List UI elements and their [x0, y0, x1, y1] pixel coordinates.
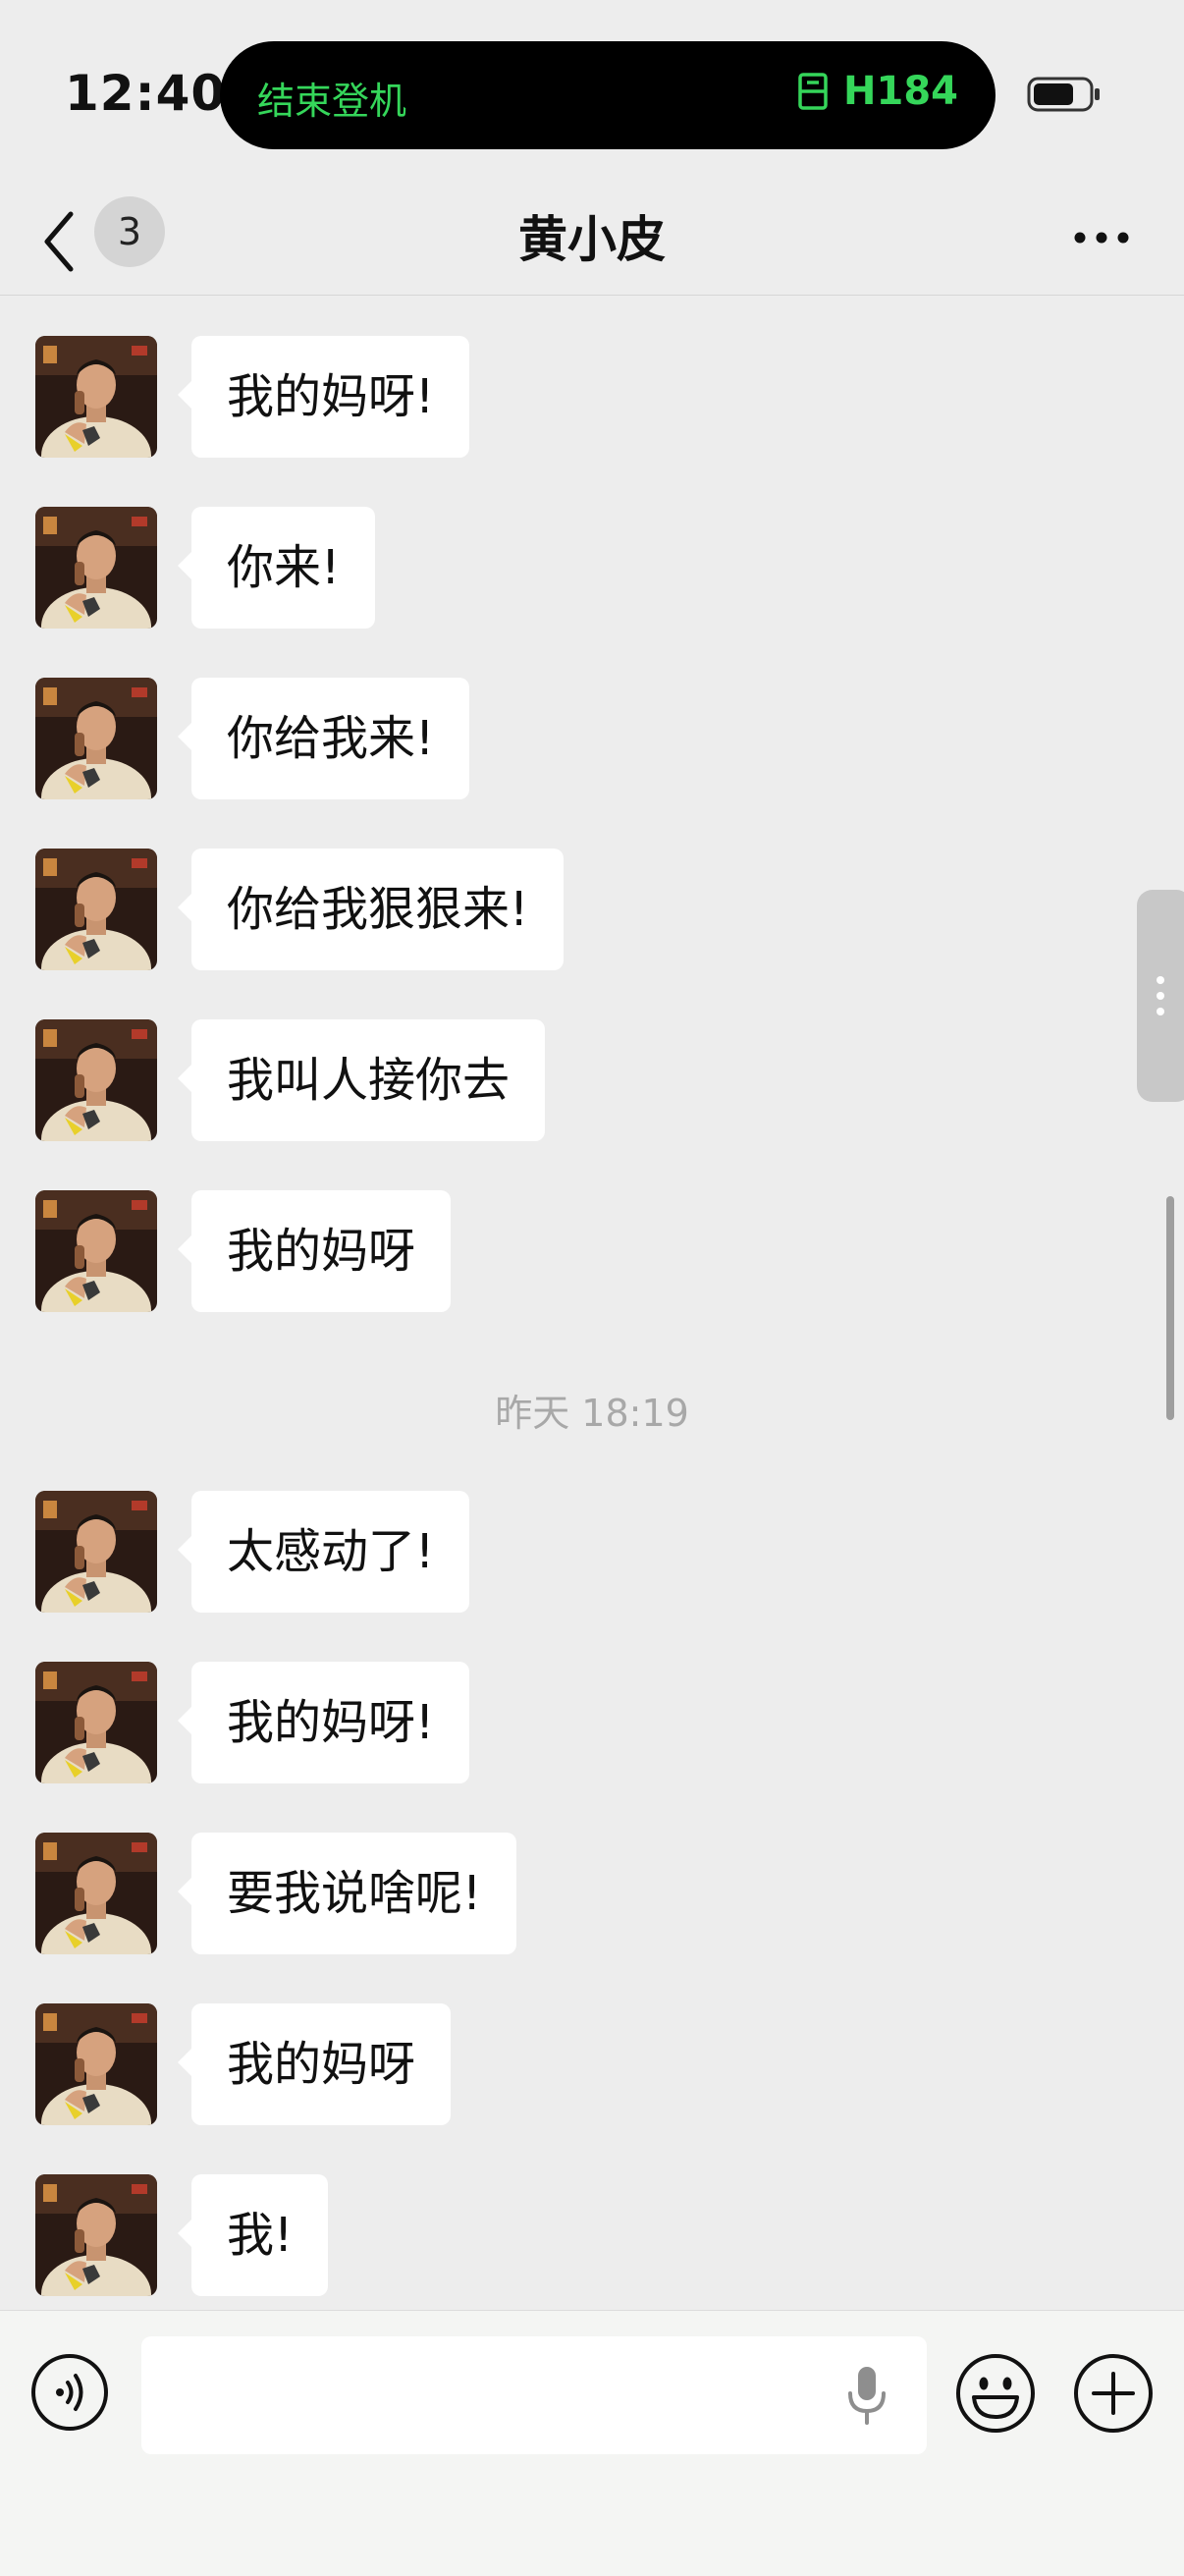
message-bubble[interactable]: 要我说啥呢! [177, 1833, 517, 1954]
dynamic-island[interactable]: 结束登机 H184 [220, 41, 996, 149]
more-options-icon[interactable] [1072, 228, 1131, 247]
status-time: 12:40 [65, 65, 227, 122]
input-toolbar [0, 2310, 1184, 2576]
message-row: 我叫人接你去 [0, 1019, 1184, 1141]
message-row: 你给我狠狠来! [0, 849, 1184, 970]
contact-avatar[interactable] [35, 1833, 157, 1954]
message-bubble[interactable]: 我! [177, 2174, 329, 2296]
emoji-icon[interactable] [954, 2352, 1037, 2435]
status-bar: 12:40 结束登机 H184 [0, 0, 1184, 187]
message-row: 你来! [0, 507, 1184, 629]
battery-icon [1027, 77, 1100, 112]
gate-info: H184 [796, 69, 958, 114]
contact-avatar[interactable] [35, 678, 157, 799]
contact-avatar[interactable] [35, 2174, 157, 2296]
message-row: 太感动了! [0, 1491, 1184, 1613]
message-row: 我! [0, 2174, 1184, 2296]
microphone-icon[interactable] [844, 2364, 889, 2427]
message-bubble[interactable]: 我的妈呀 [177, 1190, 452, 1312]
contact-avatar[interactable] [35, 1190, 157, 1312]
message-input[interactable] [141, 2336, 927, 2454]
contact-avatar[interactable] [35, 507, 157, 629]
contact-avatar[interactable] [35, 336, 157, 458]
message-bubble[interactable]: 你给我狠狠来! [177, 849, 565, 970]
message-bubble[interactable]: 我的妈呀! [177, 336, 470, 458]
message-row: 要我说啥呢! [0, 1833, 1184, 1954]
contact-avatar[interactable] [35, 1019, 157, 1141]
contact-avatar[interactable] [35, 849, 157, 970]
voice-input-icon[interactable] [29, 2352, 110, 2433]
message-bubble[interactable]: 你给我来! [177, 678, 470, 799]
chat-message-list[interactable]: 我的妈呀! 你来! 你给我来! 你给我狠狠来! 我叫人接你去 我的妈呀 昨天 1… [0, 295, 1184, 2310]
boarding-status: 结束登机 [257, 80, 407, 123]
message-bubble[interactable]: 太感动了! [177, 1491, 470, 1613]
scrollbar-thumb[interactable] [1166, 1196, 1174, 1420]
vertical-dots-icon [1157, 976, 1164, 1015]
contact-avatar[interactable] [35, 1662, 157, 1783]
message-row: 你给我来! [0, 678, 1184, 799]
message-timestamp: 昨天 18:19 [495, 1392, 689, 1435]
message-row: 我的妈呀 [0, 1190, 1184, 1312]
message-bubble[interactable]: 我的妈呀! [177, 1662, 470, 1783]
message-bubble[interactable]: 你来! [177, 507, 376, 629]
gate-number: H184 [843, 69, 958, 114]
message-row: 我的妈呀! [0, 1662, 1184, 1783]
chat-title: 黄小皮 [518, 211, 666, 268]
contact-avatar[interactable] [35, 1491, 157, 1613]
message-row: 我的妈呀! [0, 336, 1184, 458]
message-bubble[interactable]: 我叫人接你去 [177, 1019, 546, 1141]
boarding-door-icon [798, 73, 828, 110]
floating-side-handle[interactable] [1137, 890, 1184, 1102]
add-more-icon[interactable] [1072, 2352, 1155, 2435]
message-bubble[interactable]: 我的妈呀 [177, 2003, 452, 2125]
contact-avatar[interactable] [35, 2003, 157, 2125]
message-row: 我的妈呀 [0, 2003, 1184, 2125]
